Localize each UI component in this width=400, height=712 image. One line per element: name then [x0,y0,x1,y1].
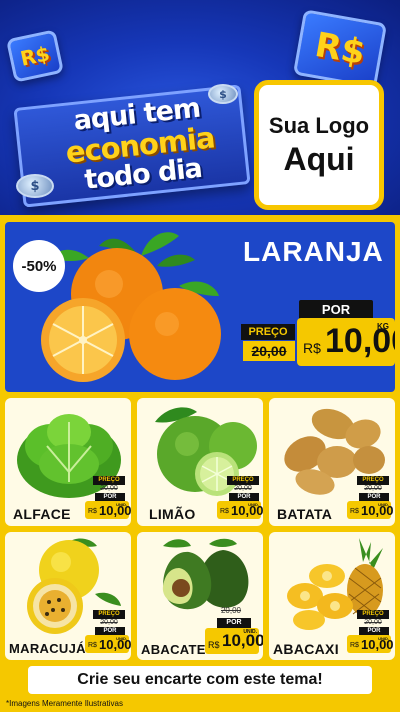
logo-text-line-1: Sua Logo [268,112,370,138]
product-card-limao[interactable]: LIMÃO PREÇO 20,00 POR R$ 10,00 UNID. [137,398,263,526]
hero-offer[interactable]: -50% LARANJA PREÇO 20,00 POR R$ 10,00 KG [5,222,395,392]
hero-product-name: LARANJA [243,236,384,267]
old-price: 20,00 [100,485,118,492]
product-card-abacaxi[interactable]: ABACAXI PREÇO 20,00 POR R$ 10,00 UNID. [269,532,395,660]
disclaimer-text: *Imagens Meramente Ilustrativas [6,699,123,708]
currency: R$ [303,340,321,356]
price-unit: UNID. [248,502,259,507]
price-unit: UNID. [243,629,257,635]
logo-text-line-2: Aqui [283,140,355,177]
currency-symbol: R$ [18,41,52,71]
product-card-abacate[interactable]: 20,00 ABACATE POR R$ 10,00 UNID. [137,532,263,660]
product-card-maracuja[interactable]: MARACUJÁ PREÇO 20,00 POR R$ 10,00 UNID. [5,532,131,660]
header-banner: R$ R$ aqui tem economia todo dia $ $ Sua… [0,0,400,215]
currency: R$ [350,642,359,649]
product-name: ABACAXI [273,641,339,657]
old-price: 20,00 [243,341,295,361]
orange-image [41,232,221,382]
price-unit: KG [377,322,389,331]
product-name: MARACUJÁ [9,641,86,656]
price-tag: R$ 10,00 UNID. [205,628,263,654]
price-tag: R$ 10,00 UNID. [217,501,263,519]
old-price: 20,00 [220,606,242,615]
price-unit: UNID. [378,636,389,641]
price-tag: R$ 10,00 UNID. [347,501,394,519]
currency-badge-left: R$ [5,29,65,83]
price-tag: R$ 10,00 KG [297,318,395,366]
product-name: ABACATE [141,642,206,657]
currency-symbol: R$ [311,24,369,74]
product-card-batata[interactable]: BATATA PREÇO 20,00 POR R$ 10,00 UNID. [269,398,395,526]
currency: R$ [208,640,220,650]
price-tag: R$ 10,00 UNID. [85,635,131,653]
coin-icon: $ [208,84,238,104]
coin-icon: $ [16,174,54,198]
price-unit: UNID. [116,636,127,641]
logo-placeholder[interactable]: Sua Logo Aqui [254,80,384,210]
por-label: POR [299,300,373,320]
product-name: BATATA [277,506,333,522]
currency-badge-right: R$ [292,9,388,89]
product-name: LIMÃO [149,506,196,522]
old-price: 20,00 [364,619,382,626]
old-price-label: PREÇO [241,324,295,340]
discount-badge: -50% [13,240,65,292]
por-label: POR [217,618,251,628]
currency: R$ [350,508,359,515]
price-unit: UNID. [116,502,127,507]
old-price: 20,00 [364,485,382,492]
old-price: 20,00 [100,619,118,626]
currency: R$ [88,508,97,515]
price-tag: R$ 10,00 UNID. [85,501,131,519]
price-unit: UNID. [378,502,389,507]
product-name: ALFACE [13,506,71,522]
currency: R$ [88,642,97,649]
avocado-image [162,538,249,610]
product-card-alface[interactable]: ALFACE PREÇO 20,00 POR R$ 10,00 UNID. [5,398,131,526]
cta-button[interactable]: Crie seu encarte com este tema! [28,666,372,694]
old-price: 20,00 [234,485,252,492]
price-tag: R$ 10,00 UNID. [347,635,394,653]
currency: R$ [220,508,229,515]
